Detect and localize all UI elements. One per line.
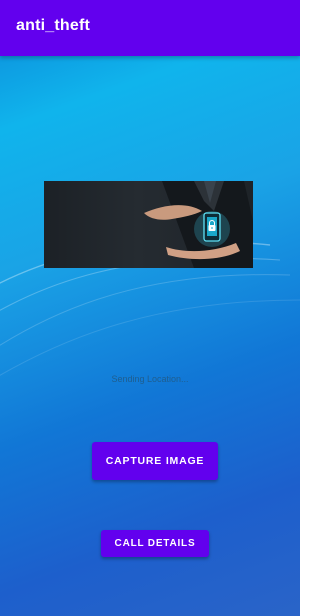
- hero-illustration: [144, 181, 253, 268]
- status-text: Sending Location...: [111, 374, 189, 384]
- hero-image: [44, 181, 253, 268]
- call-details-button[interactable]: CALL DETAILS: [101, 530, 209, 557]
- phone-lock-icon: [203, 212, 221, 242]
- app-title: anti_theft: [16, 17, 90, 34]
- app-screen: anti_theft Sending Location... CAPTURE I…: [0, 0, 300, 616]
- capture-image-button[interactable]: CAPTURE IMAGE: [92, 442, 218, 480]
- app-bar: anti_theft: [0, 0, 300, 56]
